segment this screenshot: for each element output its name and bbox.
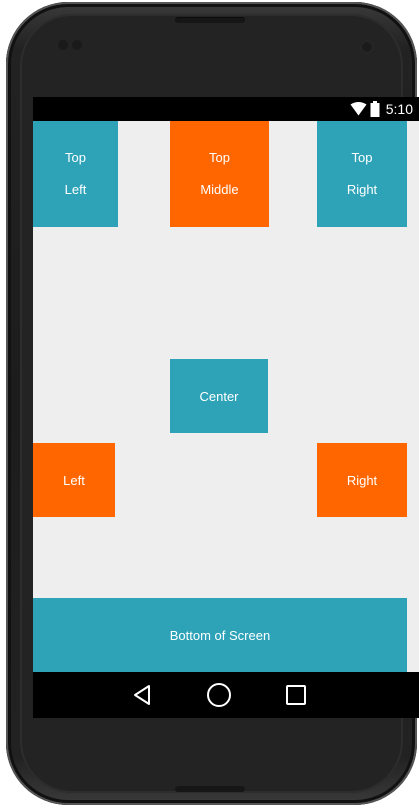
home-button[interactable] bbox=[189, 672, 249, 718]
top-speaker bbox=[175, 17, 245, 23]
top-right-line2: Right bbox=[346, 182, 378, 197]
sensor-dot bbox=[72, 40, 82, 50]
bottom-button[interactable]: Bottom of Screen bbox=[33, 598, 407, 672]
front-camera bbox=[360, 40, 374, 54]
battery-icon bbox=[370, 101, 380, 117]
top-middle-line2: Middle bbox=[200, 182, 239, 197]
top-middle-line1: Top bbox=[209, 150, 230, 165]
back-icon bbox=[134, 685, 150, 705]
right-label: Right bbox=[346, 472, 378, 488]
status-icons: 5:10 bbox=[350, 101, 413, 117]
top-left-button[interactable]: Top Left bbox=[33, 121, 118, 227]
bottom-speaker bbox=[175, 786, 245, 792]
top-middle-button[interactable]: Top Middle bbox=[170, 121, 269, 227]
app-content: Top Left Top Middle Top Right Center Lef… bbox=[33, 121, 419, 672]
center-label: Center bbox=[199, 388, 239, 404]
sensor-dot bbox=[58, 40, 68, 50]
top-right-line1: Top bbox=[351, 150, 373, 165]
home-icon bbox=[207, 683, 231, 707]
bottom-label: Bottom of Screen bbox=[169, 627, 271, 643]
top-left-line2: Left bbox=[64, 182, 87, 197]
device-screen: 5:10 Top Left Top Middle Top Right Cente… bbox=[33, 97, 419, 718]
status-bar: 5:10 bbox=[33, 97, 419, 121]
navigation-bar bbox=[33, 672, 419, 718]
recents-button[interactable] bbox=[266, 672, 326, 718]
top-right-button[interactable]: Top Right bbox=[317, 121, 407, 227]
right-button[interactable]: Right bbox=[317, 443, 407, 517]
left-button[interactable]: Left bbox=[33, 443, 115, 517]
wifi-icon bbox=[350, 102, 367, 116]
left-label: Left bbox=[63, 472, 85, 488]
top-left-line1: Top bbox=[65, 150, 86, 165]
back-button[interactable] bbox=[112, 672, 172, 718]
status-time: 5:10 bbox=[385, 101, 413, 117]
center-button[interactable]: Center bbox=[170, 359, 268, 433]
recents-icon bbox=[286, 685, 306, 705]
